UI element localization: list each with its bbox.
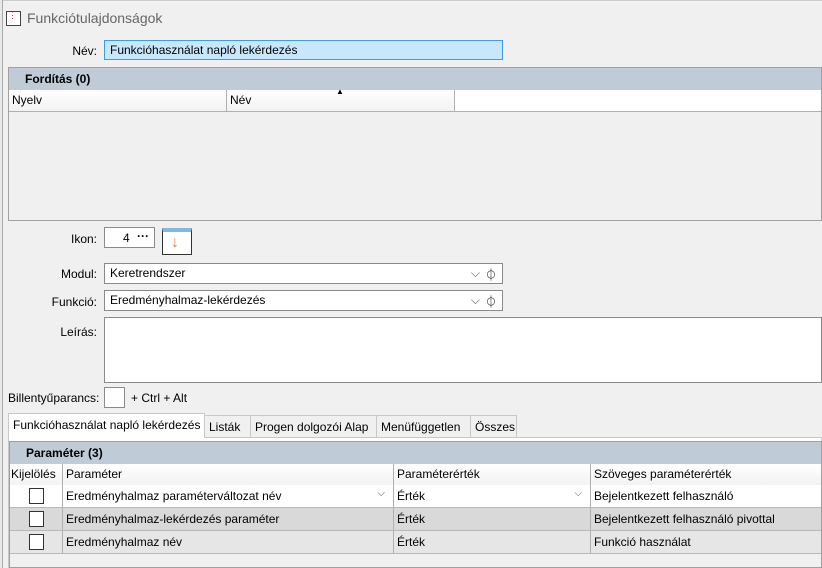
window-title: Funkciótulajdonságok [27,10,163,26]
column-header-parameter-value[interactable]: Paraméterérték [394,464,591,485]
column-header-select[interactable]: Kijelölés [10,464,63,485]
sort-ascending-icon: ▲ [336,87,344,96]
column-header-parameter[interactable]: Paraméter [63,464,394,485]
icon-preview-image: ↓ [162,228,192,255]
tab-menu-independent[interactable]: Menüfüggetlen [376,415,471,437]
tab-lists[interactable]: Listák [204,415,251,437]
chevron-down-icon[interactable]: ⌵ [471,266,480,281]
shortcut-suffix: + Ctrl + Alt [131,391,188,405]
parameter-name: Eredményhalmaz paraméterváltozat név [66,489,282,503]
chevron-down-icon[interactable]: ⌵ [377,488,385,499]
shortcut-input[interactable] [104,387,125,408]
translations-header: Nyelv Név ▲ [9,87,821,112]
function-label: Funkció: [51,295,97,309]
left-edge [0,0,3,568]
name-label: Név: [72,44,97,58]
parameter-value: Érték [394,508,591,530]
icon-input[interactable]: 4 ··· [104,227,155,248]
text-value: Bejelentkezett felhasználó pivottal [594,512,775,526]
parameter-name: Eredményhalmaz-lekérdezés paraméter [63,508,394,530]
chevron-down-icon[interactable]: ⌵ [471,293,480,308]
row-checkbox[interactable] [29,511,44,527]
module-value: Keretrendszer [110,266,186,280]
table-row[interactable]: Eredményhalmaz-lekérdezés paraméter Érté… [10,508,821,531]
paperclip-icon[interactable]: ⏀ [485,266,497,283]
row-checkbox[interactable] [29,534,44,550]
value-cell[interactable]: Érték ⌵ [394,485,591,507]
translations-panel: Fordítás (0) Nyelv Név ▲ [8,67,822,221]
column-header-text-value[interactable]: Szöveges paraméterérték [591,464,821,485]
parameter-cell[interactable]: Eredményhalmaz paraméterváltozat név ⌵ [63,485,394,507]
parameters-title: Paraméter (3) [10,442,821,464]
tab-all[interactable]: Összes [470,415,517,437]
icon-browse-button[interactable]: ··· [137,229,149,243]
module-select[interactable]: Keretrendszer ⌵ ⏀ [104,263,503,284]
parameters-panel: Paraméter (3) Kijelölés Paraméter Paramé… [9,441,822,568]
translations-title: Fordítás (0) [9,68,821,90]
title-bar: ⋮ Funkciótulajdonságok [3,0,822,34]
description-textarea[interactable] [104,317,822,383]
row-checkbox[interactable] [29,488,44,504]
table-row[interactable]: Eredményhalmaz paraméterváltozat név ⌵ Ér… [10,485,821,508]
arrow-down-icon: ↓ [171,234,179,251]
parameter-name: Eredményhalmaz név [63,531,394,553]
chevron-down-icon[interactable]: ⌵ [574,488,582,499]
properties-list-icon: ⋮ [6,11,21,26]
function-value: Eredményhalmaz-lekérdezés [110,293,266,307]
tab-progen-employees[interactable]: Progen dolgozói Alap [250,415,377,437]
parameters-header: Kijelölés Paraméter Paraméterérték Szöve… [10,464,821,485]
icon-label: Ikon: [70,232,97,246]
shortcut-label: Billentyűparancs: [8,391,100,405]
column-header-language[interactable]: Nyelv [9,90,227,111]
table-row[interactable]: Eredményhalmaz név Érték Funkció használ… [10,531,821,554]
text-value: Funkció használat [594,535,691,549]
description-label: Leírás: [60,325,97,339]
parameter-value: Érték [394,531,591,553]
icon-value: 4 [123,231,130,245]
tab-function-usage-log[interactable]: Funkcióhasználat napló lekérdezés [8,413,205,438]
text-value: Bejelentkezett felhasználó [594,489,734,503]
module-label: Modul: [60,267,97,281]
paperclip-icon[interactable]: ⏀ [485,293,497,310]
parameter-value: Érték [397,489,426,503]
function-select[interactable]: Eredményhalmaz-lekérdezés ⌵ ⏀ [104,290,503,311]
name-input[interactable]: Funkcióhasználat napló lekérdezés [104,40,503,60]
